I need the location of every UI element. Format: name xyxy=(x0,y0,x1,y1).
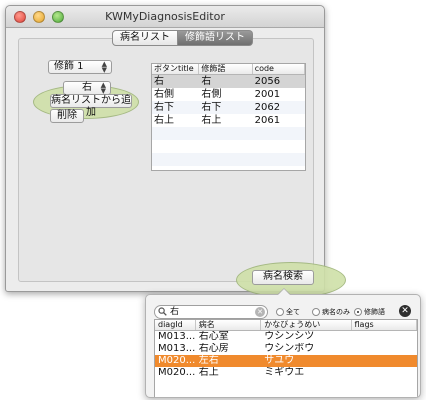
search-popover: 右 ✕ 全て 病名のみ 修飾語 ✕ diagId 病名 かなびょうめい flag… xyxy=(145,294,421,398)
column-header-flags[interactable]: flags xyxy=(352,320,417,330)
table-row[interactable]: 右側 右側 2001 xyxy=(152,88,305,101)
radio-disease-only[interactable]: 病名のみ xyxy=(312,307,350,317)
column-header-diag-id[interactable]: diagId xyxy=(155,320,196,330)
cell-title: 右上 xyxy=(154,115,174,126)
tab-bar: 病名リスト 修飾語リスト xyxy=(112,30,253,46)
table-row[interactable]: M013... 右心室 ウシンシツ xyxy=(155,331,417,343)
tab-disease-list[interactable]: 病名リスト xyxy=(112,30,178,46)
empty-row xyxy=(152,153,305,166)
search-field-value: 右 xyxy=(170,307,180,317)
title-bar[interactable]: KWMyDiagnosisEditor xyxy=(6,6,324,28)
cell-title: 右側 xyxy=(154,89,174,100)
table-row-selected[interactable]: M020... 左右 サユウ xyxy=(155,355,417,367)
search-field[interactable]: 右 ✕ xyxy=(154,305,268,319)
cell-name: 右上 xyxy=(198,367,219,378)
modifier-select[interactable]: 修飾 1 ▲ ▼ xyxy=(48,60,112,74)
radio-label: 病名のみ xyxy=(322,308,350,316)
delete-button[interactable]: 削除 xyxy=(50,109,84,123)
cell-code: 2001 xyxy=(254,89,281,100)
cell-flags xyxy=(352,355,418,367)
add-from-list-button[interactable]: 病名リストから追加 xyxy=(50,94,132,118)
radio-modifier[interactable]: 修飾語 xyxy=(354,307,385,317)
cell-flags xyxy=(352,367,418,379)
column-header-kana[interactable]: かなびょうめい xyxy=(261,320,352,330)
popover-pointer-fill xyxy=(278,289,290,295)
diagnosis-table[interactable]: diagId 病名 かなびょうめい flags M013... 右心室 ウシンシ… xyxy=(154,319,418,397)
close-popover-icon[interactable]: ✕ xyxy=(399,305,411,317)
radio-all[interactable]: 全て xyxy=(276,307,300,317)
clear-search-icon[interactable]: ✕ xyxy=(255,307,265,317)
radio-label: 修飾語 xyxy=(364,308,385,316)
column-header-button-title[interactable]: ボタンtitle xyxy=(152,64,200,74)
cell-kana: ウシンシツ xyxy=(264,331,315,342)
cell-name: 右心房 xyxy=(198,343,229,354)
table-row[interactable]: 右上 右上 2061 xyxy=(152,114,305,127)
cell-flags xyxy=(352,331,418,343)
empty-row xyxy=(152,127,305,140)
position-select-value: 右 xyxy=(82,82,92,93)
main-window: KWMyDiagnosisEditor 病名リスト 修飾語リスト 修飾 1 ▲ ▼… xyxy=(5,5,325,292)
table-row[interactable]: 右下 右下 2062 xyxy=(152,101,305,114)
column-header-modifier[interactable]: 修飾語 xyxy=(199,64,253,74)
modifier-table-header: ボタンtitle 修飾語 code xyxy=(152,64,305,75)
cell-title: 右下 xyxy=(154,102,174,113)
cell-diag-id: M013... xyxy=(158,331,196,342)
updown-arrows-icon: ▲ ▼ xyxy=(100,81,106,95)
radio-label: 全て xyxy=(286,308,300,316)
modifier-select-value: 修飾 1 xyxy=(54,61,84,72)
position-select[interactable]: 右 ▲ ▼ xyxy=(63,81,111,95)
empty-row xyxy=(152,140,305,153)
diagnosis-table-header: diagId 病名 かなびょうめい flags xyxy=(155,320,417,331)
cell-code: 2056 xyxy=(254,76,281,87)
table-row[interactable]: M020... 右上 ミギウエ xyxy=(155,367,417,379)
cell-diag-id: M020... xyxy=(158,367,196,378)
cell-modifier: 右上 xyxy=(201,115,222,126)
cell-name: 右心室 xyxy=(198,331,229,342)
cell-name: 左右 xyxy=(198,355,219,366)
radio-dot xyxy=(312,308,320,316)
disease-search-button[interactable]: 病名検索 xyxy=(252,270,314,285)
table-row[interactable]: 右 右 2056 xyxy=(152,75,305,88)
cell-kana: ミギウエ xyxy=(264,367,305,378)
cell-code: 2061 xyxy=(254,115,281,126)
cell-kana: サユウ xyxy=(264,355,295,366)
table-row[interactable]: M013... 右心房 ウシンボウ xyxy=(155,343,417,355)
modifier-table[interactable]: ボタンtitle 修飾語 code 右 右 2056 右側 右側 2001 右下… xyxy=(151,63,306,171)
radio-dot xyxy=(276,308,284,316)
updown-arrows-icon: ▲ ▼ xyxy=(101,60,107,74)
cell-modifier: 右側 xyxy=(201,89,222,100)
cell-flags xyxy=(352,343,418,355)
cell-modifier: 右下 xyxy=(201,102,222,113)
column-header-name[interactable]: 病名 xyxy=(196,320,262,330)
tab-modifier-list[interactable]: 修飾語リスト xyxy=(178,30,253,46)
column-header-code[interactable]: code xyxy=(253,64,305,74)
cell-diag-id: M020... xyxy=(158,355,196,366)
cell-title: 右 xyxy=(154,76,164,87)
radio-dot xyxy=(354,308,362,316)
window-title: KWMyDiagnosisEditor xyxy=(105,10,225,23)
cell-modifier: 右 xyxy=(201,76,212,87)
cell-code: 2062 xyxy=(254,102,281,113)
cell-kana: ウシンボウ xyxy=(264,343,315,354)
cell-diag-id: M013... xyxy=(158,343,196,354)
